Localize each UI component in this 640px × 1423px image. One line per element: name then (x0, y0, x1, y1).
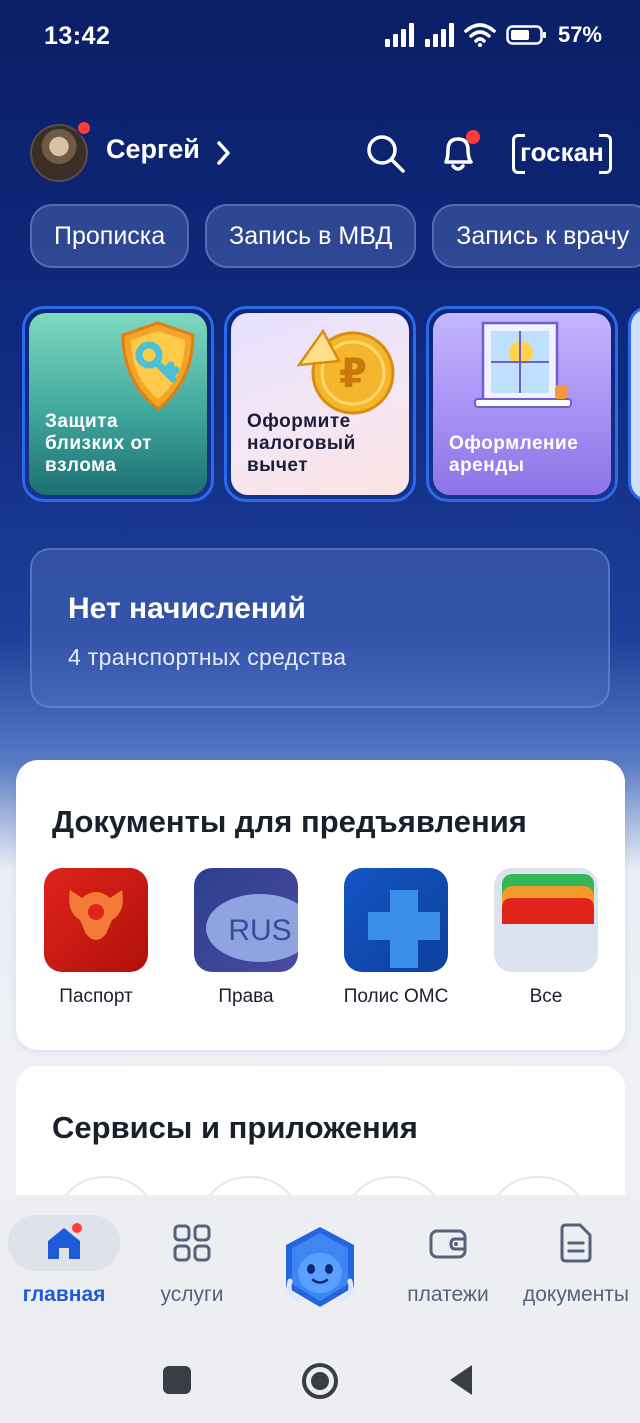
battery-percent: 57% (557, 22, 602, 47)
robot-assistant-icon (286, 1227, 354, 1307)
story-text: Оформление аренды (449, 433, 579, 476)
tab-documents[interactable]: документы (512, 1195, 640, 1325)
story-card[interactable]: Оформление аренды (426, 306, 618, 502)
notification-dot (76, 120, 92, 136)
story-card-body: Защита близких от взлома (29, 313, 207, 495)
wifi-icon (464, 23, 496, 47)
document-icon (560, 1223, 592, 1263)
chevron-right-icon[interactable] (214, 138, 234, 168)
story-card[interactable]: ₽ Оформите налоговый вычет (224, 306, 416, 502)
home-circle-icon[interactable] (300, 1361, 340, 1401)
grid-icon (173, 1224, 211, 1262)
tab-label: документы (522, 1283, 630, 1306)
document-passport[interactable]: Паспорт (21, 868, 171, 1008)
story-card-body (631, 309, 640, 499)
tab-label: главная (22, 1283, 106, 1306)
search-icon[interactable] (364, 132, 406, 174)
tab-label: услуги (160, 1283, 224, 1306)
tab-assistant[interactable] (256, 1195, 384, 1325)
document-license[interactable]: RUS Права (171, 868, 321, 1008)
notification-dot (466, 130, 480, 144)
wallet-cards-icon (494, 868, 598, 972)
recents-icon[interactable] (162, 1365, 192, 1395)
story-card-body: Оформление аренды (433, 313, 611, 495)
license-rus-text: RUS (228, 914, 291, 947)
user-name[interactable]: Сергей (106, 134, 200, 165)
chip-mvd-appointment[interactable]: Запись в МВД (205, 204, 417, 268)
document-oms-policy[interactable]: Полис ОМС (321, 868, 471, 1008)
services-title: Сервисы и приложения (52, 1110, 418, 1145)
license-rus-icon: RUS (194, 868, 298, 972)
medical-cross-icon (344, 868, 448, 972)
quick-chips: Прописка Запись в МВД Запись к врачу (30, 204, 640, 270)
notification-dot (70, 1221, 84, 1235)
document-label: Полис ОМС (343, 986, 449, 1007)
signal-icon (424, 23, 454, 47)
charges-card[interactable]: Нет начислений 4 транспортных средства (30, 548, 610, 708)
status-time: 13:42 (44, 22, 111, 50)
tab-payments[interactable]: платежи (384, 1195, 512, 1325)
charges-title: Нет начислений (68, 592, 306, 625)
coin-icon: ₽ (296, 328, 395, 415)
status-bar: 13:42 57% (0, 0, 640, 76)
goscan-button[interactable]: госкан (512, 134, 612, 174)
document-all[interactable]: Все (471, 868, 621, 1008)
charges-subtitle: 4 транспортных средства (68, 644, 347, 670)
tab-services[interactable]: услуги (128, 1195, 256, 1325)
story-card[interactable] (628, 306, 640, 502)
document-label: Паспорт (59, 986, 133, 1007)
documents-card: Документы для предъявления Паспорт RUS П… (16, 760, 625, 1050)
story-card[interactable]: Защита близких от взлома (22, 306, 214, 502)
system-nav-bar (0, 1325, 640, 1423)
story-card-body: ₽ Оформите налоговый вычет (231, 313, 409, 495)
svg-text:₽: ₽ (339, 351, 367, 397)
stories-row: Защита близких от взлома ₽ Оформите нало… (22, 306, 640, 502)
story-text: Оформите налоговый вычет (247, 411, 356, 476)
window-icon (474, 321, 572, 408)
tab-bar: главная услуги платежи документы (0, 1195, 640, 1325)
wallet-icon (429, 1229, 467, 1259)
document-label: Все (529, 986, 563, 1007)
tab-label: платежи (407, 1283, 489, 1306)
tab-home[interactable]: главная (0, 1195, 128, 1325)
status-icons: 57% (384, 22, 602, 48)
back-icon[interactable] (446, 1363, 476, 1397)
story-text: Защита близких от взлома (45, 411, 152, 476)
chip-propiska[interactable]: Прописка (30, 204, 190, 268)
document-label: Права (218, 986, 274, 1007)
chip-doctor-appointment[interactable]: Запись к врачу (432, 204, 640, 268)
signal-icon (384, 23, 414, 47)
shield-key-icon (121, 321, 195, 411)
header: Сергей госкан (0, 118, 640, 188)
battery-icon (506, 25, 546, 45)
documents-title: Документы для предъявления (52, 804, 527, 839)
passport-eagle-icon (44, 868, 148, 972)
